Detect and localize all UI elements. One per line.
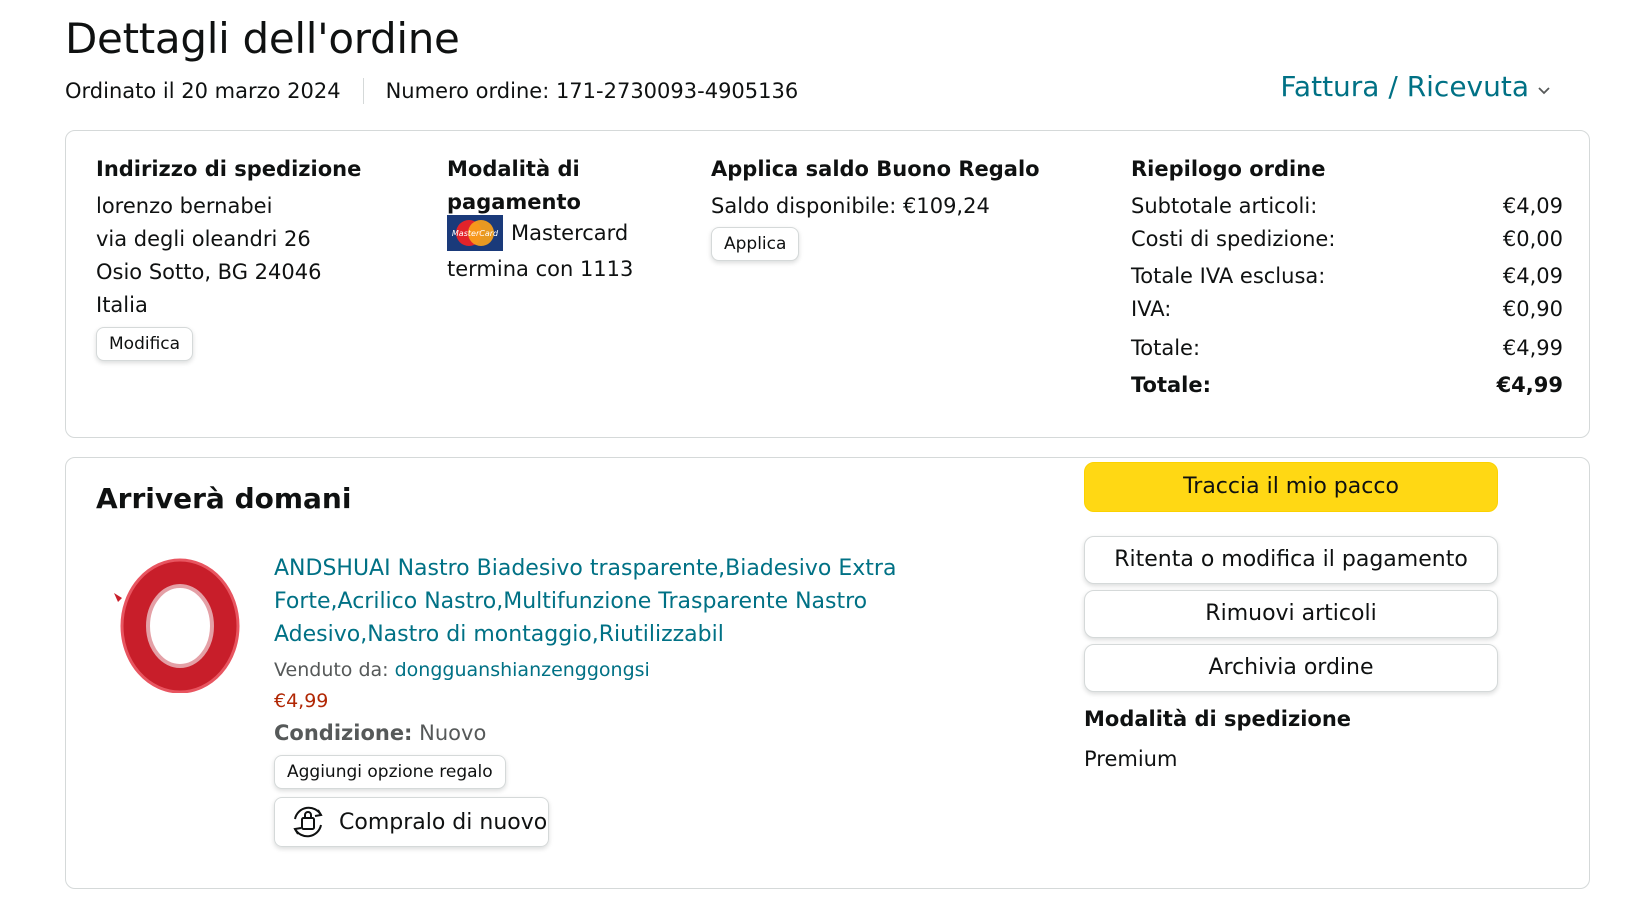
buy-again-button[interactable]: Compralo di nuovo (274, 797, 549, 847)
summary-row: Totale IVA esclusa: €4,09 (1131, 260, 1563, 293)
archive-order-button[interactable]: Archivia ordine (1084, 644, 1498, 692)
product-price: €4,99 (274, 690, 329, 712)
mastercard-logo-text: MasterCard (452, 229, 499, 238)
order-meta: Ordinato il 20 marzo 2024 Numero ordine:… (65, 78, 798, 104)
gift-card-section: Applica saldo Buono Regalo Saldo disponi… (711, 153, 1091, 261)
order-summary-title: Riepilogo ordine (1131, 157, 1326, 181)
condition-label: Condizione: (274, 721, 413, 745)
buy-again-icon (293, 806, 323, 838)
address-line: via degli oleandri 26 (96, 227, 311, 251)
product-title-link[interactable]: ANDSHUAI Nastro Biadesivo trasparente,Bi… (274, 552, 1034, 651)
summary-label: Costi di spedizione: (1131, 227, 1336, 251)
summary-row: Totale: €4,99 (1131, 332, 1563, 365)
meta-divider (362, 78, 364, 104)
summary-row: IVA: €0,90 (1131, 293, 1563, 326)
payment-title-line1: Modalità di (447, 157, 580, 181)
remove-items-button[interactable]: Rimuovi articoli (1084, 590, 1498, 638)
address-line: Osio Sotto, BG 24046 (96, 260, 322, 284)
condition-value: Nuovo (419, 721, 487, 745)
grand-total-row: Totale: €4,99 (1131, 369, 1563, 402)
card-brand: Mastercard (511, 220, 629, 245)
buy-again-label: Compralo di nuovo (339, 809, 548, 835)
sold-by: Venduto da: dongguanshianzenggongsi (274, 655, 1034, 685)
edit-address-button[interactable]: Modifica (96, 327, 194, 361)
track-package-button[interactable]: Traccia il mio pacco (1084, 462, 1498, 512)
add-gift-option-button[interactable]: Aggiungi opzione regalo (274, 755, 506, 789)
product-image[interactable] (108, 558, 243, 693)
grand-total-value: €4,99 (1496, 373, 1563, 397)
product-info: ANDSHUAI Nastro Biadesivo trasparente,Bi… (274, 552, 1034, 847)
order-date: Ordinato il 20 marzo 2024 (65, 79, 341, 103)
seller-link[interactable]: dongguanshianzenggongsi (395, 659, 650, 681)
apply-gift-card-button[interactable]: Applica (711, 227, 800, 261)
page-title: Dettagli dell'ordine (65, 14, 460, 63)
order-number: Numero ordine: 171-2730093-4905136 (385, 79, 799, 103)
summary-label: Subtotale articoli: (1131, 194, 1318, 218)
address-line: lorenzo bernabei (96, 194, 273, 218)
summary-label: IVA: (1131, 297, 1172, 321)
order-summary-section: Riepilogo ordine Subtotale articoli: €4,… (1131, 153, 1563, 402)
payment-section: Modalità di pagamento MasterCard Masterc… (447, 153, 677, 286)
summary-value: €4,09 (1502, 264, 1563, 288)
summary-value: €0,00 (1502, 227, 1563, 251)
mastercard-icon: MasterCard (447, 215, 503, 251)
retry-payment-button[interactable]: Ritenta o modifica il pagamento (1084, 536, 1498, 584)
card-ending: termina con 1113 (447, 257, 634, 281)
address-line: Italia (96, 293, 148, 317)
delivery-status: Arriverà domani (96, 482, 352, 515)
chevron-down-icon[interactable] (1534, 80, 1554, 100)
summary-label: Totale IVA esclusa: (1131, 264, 1326, 288)
summary-value: €4,99 (1502, 336, 1563, 360)
invoice-receipt-link[interactable]: Fattura / Ricevuta (1280, 70, 1529, 103)
summary-row: Subtotale articoli: €4,09 (1131, 190, 1563, 223)
summary-label: Totale: (1131, 336, 1201, 360)
gift-card-title: Applica saldo Buono Regalo (711, 157, 1040, 181)
shipping-address-title: Indirizzo di spedizione (96, 157, 362, 181)
summary-value: €0,90 (1502, 297, 1563, 321)
sold-by-label: Venduto da: (274, 659, 389, 681)
product-condition: Condizione: Nuovo (274, 717, 1034, 749)
shipping-address-section: Indirizzo di spedizione lorenzo bernabei… (96, 153, 416, 361)
shipping-method-value: Premium (1084, 747, 1178, 771)
summary-row: Costi di spedizione: €0,00 (1131, 223, 1563, 256)
summary-value: €4,09 (1502, 194, 1563, 218)
gift-card-balance: Saldo disponibile: €109,24 (711, 194, 990, 218)
grand-total-label: Totale: (1131, 373, 1212, 397)
shipping-method-title: Modalità di spedizione (1084, 707, 1352, 731)
order-details-card: Indirizzo di spedizione lorenzo bernabei… (65, 130, 1590, 438)
shipment-card: Arriverà domani ANDSHUAI Nastro Biadesiv… (65, 457, 1590, 889)
